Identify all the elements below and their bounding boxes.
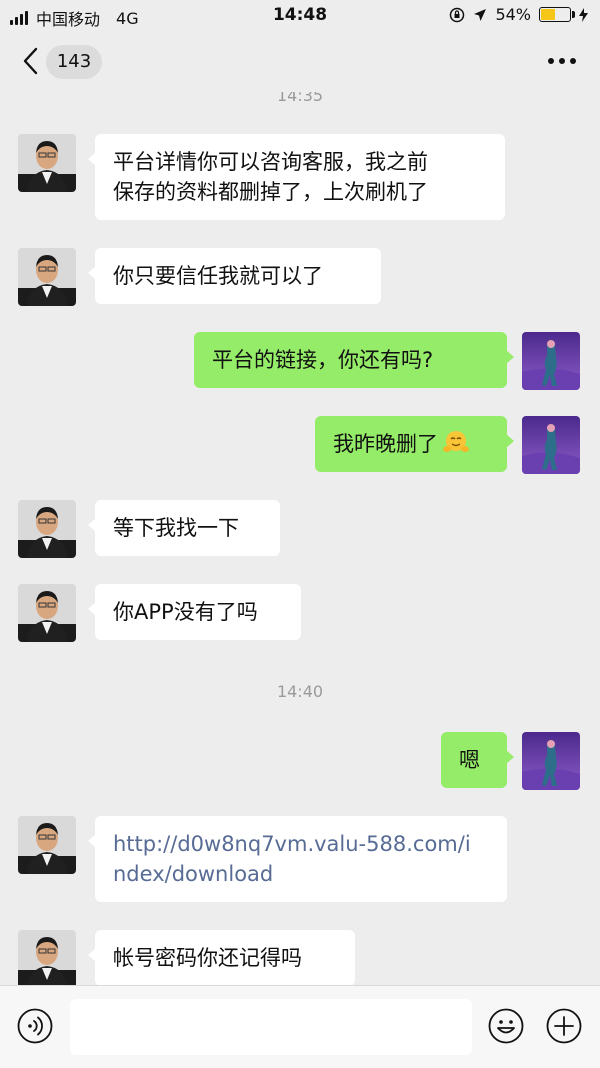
message-bubble[interactable]: 平台详情你可以咨询客服，我之前 保存的资料都删掉了，上次刷机了: [88, 134, 505, 220]
contact-avatar[interactable]: [18, 248, 76, 306]
orientation-lock-icon: [450, 7, 465, 22]
message-input[interactable]: [70, 999, 472, 1055]
back-chevron-icon[interactable]: [20, 46, 40, 76]
status-bar: 中国移动 4G 14:48 54%: [0, 0, 600, 32]
unread-count-badge[interactable]: 143: [46, 45, 102, 79]
battery-percent: 54%: [495, 5, 531, 24]
contact-avatar[interactable]: [18, 134, 76, 192]
message-bubble[interactable]: 等下我找一下: [88, 500, 280, 556]
timestamp-label: 14:35: [276, 92, 324, 105]
user-avatar[interactable]: [522, 732, 580, 790]
voice-icon[interactable]: [17, 1008, 53, 1044]
user-avatar[interactable]: [522, 332, 580, 390]
message-bubble[interactable]: 平台的链接，你还有吗?: [194, 332, 514, 388]
message-bubble[interactable]: 你只要信任我就可以了: [88, 248, 381, 304]
charging-bolt-icon: [579, 7, 588, 22]
message-link[interactable]: http://d0w8nq7vm.valu-588.com/i ndex/dow…: [113, 832, 471, 886]
contact-avatar[interactable]: [18, 500, 76, 558]
location-arrow-icon: [474, 8, 487, 21]
emoji-icon[interactable]: [488, 1008, 524, 1044]
message-text: 我昨晚删了: [333, 432, 438, 456]
contact-avatar[interactable]: [18, 816, 76, 874]
contact-avatar[interactable]: [18, 930, 76, 985]
user-avatar[interactable]: [522, 416, 580, 474]
chat-messages[interactable]: 14:35 平台详情你可以咨询客服，我之前 保存的资料都删掉了，上次刷机了 你只…: [0, 92, 600, 985]
message-bubble[interactable]: 你APP没有了吗: [88, 584, 301, 640]
awkward-smile-emoji: [443, 431, 469, 452]
plus-icon[interactable]: [546, 1008, 582, 1044]
contact-avatar[interactable]: [18, 584, 76, 642]
message-bubble[interactable]: 帐号密码你还记得吗: [88, 930, 355, 985]
timestamp-label: 14:40: [276, 682, 324, 701]
battery-level-fill: [541, 9, 555, 20]
battery-icon: [539, 7, 575, 22]
input-bar: [0, 985, 600, 1068]
message-bubble[interactable]: http://d0w8nq7vm.valu-588.com/i ndex/dow…: [88, 816, 507, 902]
more-options-icon[interactable]: [548, 58, 576, 64]
chat-header: 143: [0, 32, 600, 92]
message-bubble[interactable]: 我昨晚删了: [315, 416, 514, 472]
message-bubble[interactable]: 嗯: [441, 732, 514, 788]
